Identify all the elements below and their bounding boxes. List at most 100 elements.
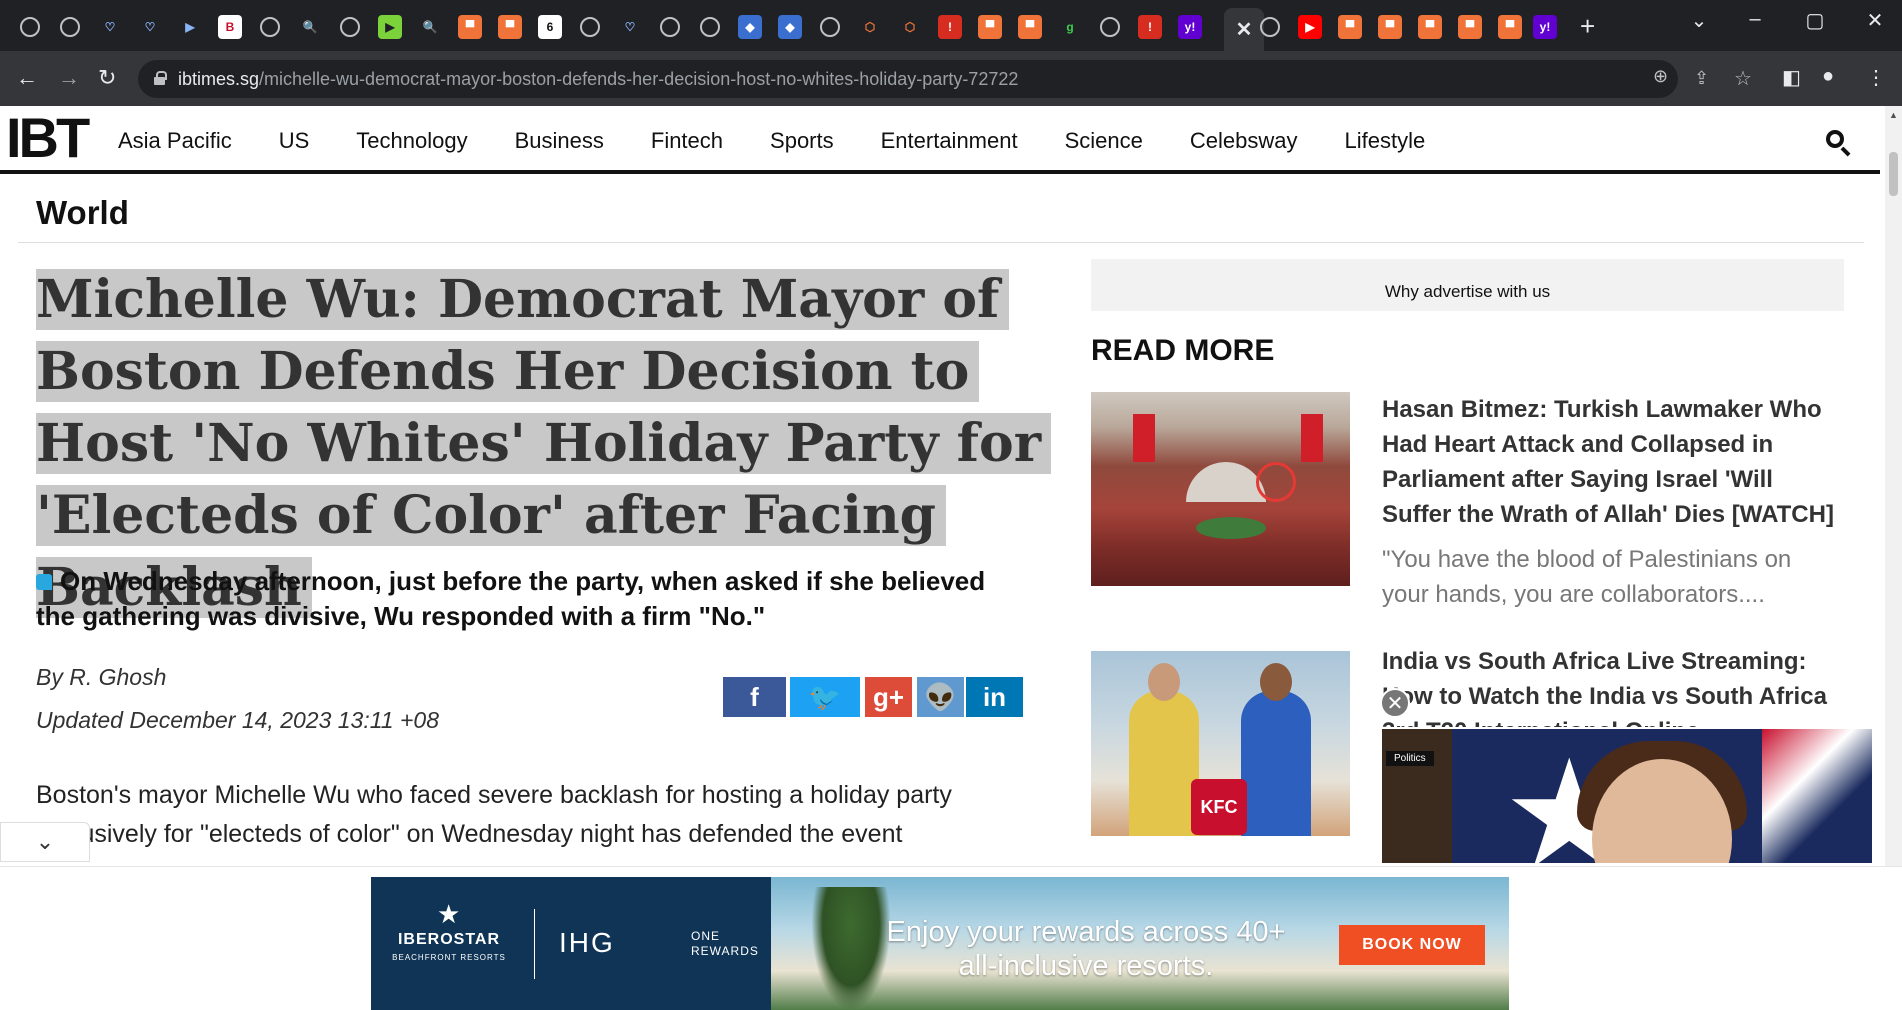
tab-favicon-icon[interactable]: ♡ (138, 15, 162, 39)
tab-favicon-icon[interactable]: ▀ (1418, 15, 1442, 39)
ad-placeholder: Why advertise with us (1091, 259, 1844, 311)
book-now-button[interactable]: BOOK NOW (1339, 925, 1485, 965)
nav-item-technology[interactable]: Technology (356, 128, 467, 154)
tab-favicon-icon[interactable]: ▶ (378, 15, 402, 39)
tab-favicon-icon[interactable]: 6 (538, 15, 562, 39)
tab-favicon-icon[interactable]: ▀ (498, 15, 522, 39)
tab-favicon-icon[interactable]: ▶ (1298, 15, 1322, 39)
lock-icon[interactable] (154, 71, 167, 85)
address-bar[interactable]: ibtimes.sg/michelle-wu-democrat-mayor-bo… (138, 60, 1752, 98)
reddit-share-button[interactable]: 👽 (917, 677, 964, 717)
nav-item-business[interactable]: Business (515, 128, 604, 154)
nav-item-asia-pacific[interactable]: Asia Pacific (118, 128, 232, 154)
tab-favicon-icon[interactable]: y! (1178, 15, 1202, 39)
tab-favicon-icon[interactable]: 🔍 (298, 15, 322, 39)
scrollbar[interactable]: ▲ (1885, 106, 1902, 866)
nav-item-entertainment[interactable]: Entertainment (881, 128, 1018, 154)
back-icon[interactable]: ← (16, 65, 38, 91)
tab-globe-icon[interactable] (1260, 17, 1280, 37)
active-tab-close-icon[interactable]: ✕ (1224, 8, 1264, 51)
collapse-chevron-icon[interactable]: ⌄ (0, 822, 90, 862)
ad-brand-ihg: IHG (559, 927, 615, 958)
read-more-title[interactable]: Hasan Bitmez: Turkish Lawmaker Who Had H… (1382, 392, 1842, 532)
tab-globe-icon[interactable] (820, 17, 840, 37)
window-close-icon[interactable]: ✕ (1852, 8, 1898, 33)
floating-video-player[interactable]: ★ Politics (1380, 727, 1874, 865)
profile-icon[interactable]: ● (1822, 65, 1834, 88)
zoom-icon[interactable]: ⊕ (1653, 66, 1668, 87)
flag-shape (1762, 729, 1872, 863)
star-logo-icon: ★ (437, 899, 461, 929)
why-advertise-link[interactable]: Why advertise with us (1091, 282, 1844, 302)
player-head-shape (1148, 663, 1180, 701)
tab-strip: ♡ ♡ ▶ B 🔍 ▶ 🔍 ▀ ▀ 6 ♡ ◆ ◆ ⬡ ⬡! ▀ ▀ g! y! ✕ ▶ ▀ ▀ ▀ ▀ ▀ y! + ⌄ – ▢ … (0, 0, 1902, 51)
nav-item-sports[interactable]: Sports (770, 128, 834, 154)
tab-favicon-icon[interactable]: ▀ (1498, 15, 1522, 39)
tab-favicon-icon[interactable]: ▀ (1018, 15, 1042, 39)
tab-favicon-icon[interactable]: 🔍 (418, 15, 442, 39)
facebook-share-button[interactable]: f (723, 677, 786, 717)
article-thumbnail[interactable]: KFC (1091, 651, 1350, 836)
tab-globe-icon[interactable] (1100, 17, 1120, 37)
nav-item-fintech[interactable]: Fintech (651, 128, 723, 154)
tab-favicon-icon[interactable]: ▀ (458, 15, 482, 39)
url-text[interactable]: ibtimes.sg/michelle-wu-democrat-mayor-bo… (178, 69, 1018, 90)
tab-favicon-icon[interactable]: ⬡ (858, 15, 882, 39)
tab-favicon-icon[interactable]: g (1058, 15, 1082, 39)
twitter-share-button[interactable]: 🐦 (790, 677, 860, 717)
banner-ad[interactable]: ★ IBEROSTAR BEACHFRONT RESORTS IHG ONE R… (371, 877, 1509, 1010)
podium-shape (1186, 462, 1266, 502)
nav-item-celebsway[interactable]: Celebsway (1190, 128, 1298, 154)
section-label[interactable]: World (36, 194, 129, 232)
menu-icon[interactable]: ⋮ (1866, 65, 1886, 90)
tab-globe-icon[interactable] (700, 17, 720, 37)
read-more-snippet: "You have the blood of Palestinians on y… (1382, 546, 1792, 608)
tab-favicon-icon[interactable]: ◆ (738, 15, 762, 39)
tab-favicon-icon[interactable]: ⬡ (898, 15, 922, 39)
star-icon[interactable]: ☆ (1734, 66, 1752, 91)
main-nav: Asia Pacific US Technology Business Fintech S… (118, 128, 1472, 154)
bottom-ad-bar: ★ IBEROSTAR BEACHFRONT RESORTS IHG ONE R… (0, 866, 1902, 1010)
tab-globe-icon[interactable] (60, 17, 80, 37)
sidepanel-icon[interactable]: ◧ (1782, 65, 1801, 90)
tab-globe-icon[interactable] (580, 17, 600, 37)
article-thumbnail[interactable] (1091, 392, 1350, 586)
tab-globe-icon[interactable] (260, 17, 280, 37)
tab-globe-icon[interactable] (660, 17, 680, 37)
tab-globe-icon[interactable] (20, 17, 40, 37)
nav-item-science[interactable]: Science (1065, 128, 1143, 154)
tab-globe-icon[interactable] (340, 17, 360, 37)
close-icon[interactable]: ✕ (1380, 688, 1410, 718)
nav-item-lifestyle[interactable]: Lifestyle (1344, 128, 1425, 154)
site-logo[interactable]: IBT (6, 110, 90, 166)
reload-icon[interactable]: ↻ (98, 65, 116, 91)
tab-search-icon[interactable]: ⌄ (1676, 8, 1722, 33)
article-updated: Updated December 14, 2023 13:11 +08 (36, 707, 440, 733)
ad-divider (534, 909, 535, 979)
tab-favicon-icon[interactable]: ! (938, 15, 962, 39)
scroll-thumb[interactable] (1889, 152, 1898, 196)
tab-favicon-icon[interactable]: ◆ (778, 15, 802, 39)
tab-favicon-icon[interactable]: ▀ (1458, 15, 1482, 39)
forward-icon[interactable]: → (58, 65, 80, 91)
maximize-icon[interactable]: ▢ (1792, 8, 1838, 33)
linkedin-share-button[interactable]: in (966, 677, 1023, 717)
ad-headline: Enjoy your rewards across 40+ all-inclus… (886, 916, 1286, 982)
tab-favicon-icon[interactable]: ♡ (98, 15, 122, 39)
tab-favicon-icon[interactable]: ! (1138, 15, 1162, 39)
browser-toolbar: ← → ↻ ibtimes.sg/michelle-wu-democrat-ma… (0, 51, 1902, 106)
minimize-icon[interactable]: – (1732, 8, 1778, 31)
tab-favicon-icon[interactable]: ▀ (1378, 15, 1402, 39)
scroll-up-icon[interactable]: ▲ (1889, 110, 1898, 120)
tab-favicon-icon[interactable]: B (218, 15, 242, 39)
google-plus-share-button[interactable]: g+ (865, 677, 912, 717)
new-tab-button[interactable]: + (1580, 13, 1595, 39)
tab-favicon-icon[interactable]: ▀ (1338, 15, 1362, 39)
search-icon[interactable] (1826, 130, 1850, 156)
tab-favicon-icon[interactable]: ▀ (978, 15, 1002, 39)
tab-favicon-icon[interactable]: y! (1533, 15, 1557, 39)
nav-item-us[interactable]: US (279, 128, 310, 154)
tab-favicon-icon[interactable]: ▶ (178, 15, 202, 39)
tab-favicon-icon[interactable]: ♡ (618, 15, 642, 39)
share-icon[interactable]: ⇪ (1694, 68, 1709, 89)
